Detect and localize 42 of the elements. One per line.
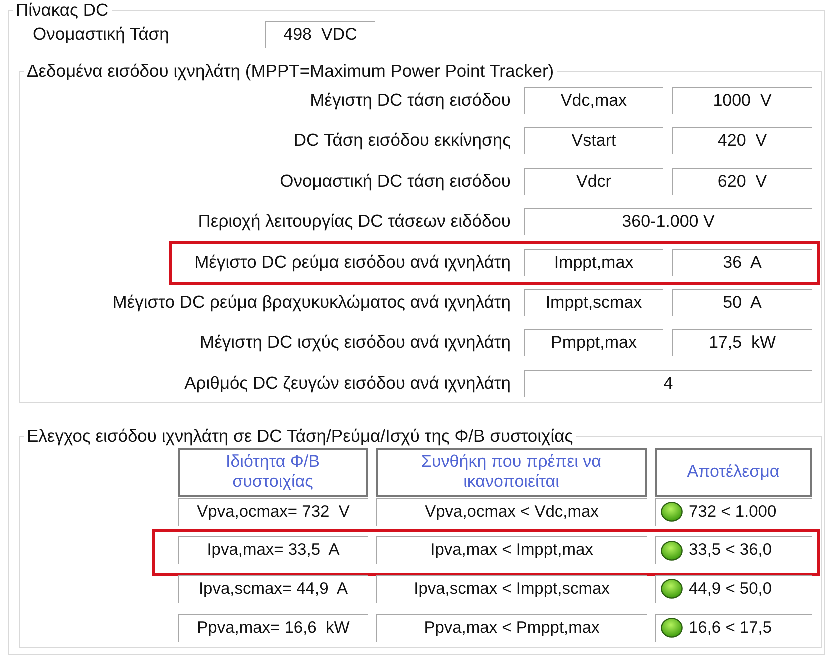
table-cell: Ppva,max= 16,6 kW bbox=[178, 614, 368, 642]
group-title: Ελεγχος εισόδου ιχνηλάτη σε DC Τάση/Ρεύμα/Ισχύ της Φ/Β συστοιχίας bbox=[24, 426, 576, 446]
parameter-label: Μέγιστο DC ρεύμα βραχυκυκλώματος ανά ιχνηλάτη bbox=[112, 292, 511, 313]
symbol-field: Pmppt,max bbox=[524, 329, 663, 356]
table-header-cell: Αποτέλεσμα bbox=[655, 448, 812, 497]
parameter-label: Μέγιστη DC τάση εισόδου bbox=[310, 90, 511, 111]
group-title: Πίνακας DC bbox=[13, 0, 112, 20]
symbol-field: Vstart bbox=[524, 127, 663, 154]
parameter-label: Ονομαστική DC τάση εισόδου bbox=[280, 170, 511, 192]
parameter-label: DC Τάση εισόδου εκκίνησης bbox=[294, 130, 511, 152]
parameter-label: Αριθμός DC ζευγών εισόδου ανά ιχνηλάτη bbox=[184, 372, 511, 394]
table-cell: Vpva,ocmax < Vdc,max bbox=[376, 498, 647, 526]
symbol-field: Vdcr bbox=[524, 168, 663, 195]
value-field: 620 V bbox=[672, 168, 812, 195]
value-field: 17,5 kW bbox=[672, 329, 812, 356]
table-header-cell: Συνθήκη που πρέπει να ικανοποιείται bbox=[376, 448, 647, 497]
parameter-label: Περιοχή λειτουργίας DC τάσεων ειδόδου bbox=[198, 211, 511, 232]
value-field: 4 bbox=[524, 370, 812, 397]
result-text: 16,6 < 17,5 bbox=[689, 618, 772, 638]
value-field: 1000 V bbox=[672, 87, 812, 114]
symbol-field: Imppt,scmax bbox=[524, 288, 663, 316]
group-title: Δεδομένα εισόδου ιχνηλάτη (MPPT=Maximum Power Point Tracker) bbox=[24, 61, 558, 81]
table-header-cell: Ιδιότητα Φ/Β συστοιχίας bbox=[178, 448, 368, 497]
parameter-label: Μέγιστο DC ρεύμα εισόδου ανά ιχνηλάτη bbox=[194, 252, 511, 273]
value-field: 420 V bbox=[672, 127, 812, 154]
table-cell: Ipva,scmax= 44,9 A bbox=[178, 574, 368, 603]
result-text: 33,5 < 36,0 bbox=[689, 541, 772, 560]
table-cell: Ipva,max < Imppt,max bbox=[376, 536, 647, 564]
result-text: 44,9 < 50,0 bbox=[689, 580, 772, 599]
table-cell: Ppva,max < Pmppt,max bbox=[376, 614, 647, 642]
table-cell: Vpva,ocmax= 732 V bbox=[178, 498, 368, 526]
value-field: 498 VDC bbox=[265, 21, 375, 48]
table-cell: Ipva,max= 33,5 A bbox=[178, 536, 368, 564]
parameter-label: Μέγιστη DC ισχύς εισόδου ανά ιχνηλάτη bbox=[200, 332, 511, 354]
symbol-field: Imppt,max bbox=[524, 248, 663, 276]
value-field: 360-1.000 V bbox=[524, 208, 812, 236]
value-field: 50 A bbox=[672, 288, 812, 316]
field-label: Ονομαστική Τάση bbox=[33, 24, 170, 45]
symbol-field: Vdc,max bbox=[524, 87, 663, 114]
table-cell: Ipva,scmax < Imppt,scmax bbox=[376, 574, 647, 603]
result-text: 732 < 1.000 bbox=[689, 502, 777, 522]
value-field: 36 A bbox=[672, 248, 812, 276]
